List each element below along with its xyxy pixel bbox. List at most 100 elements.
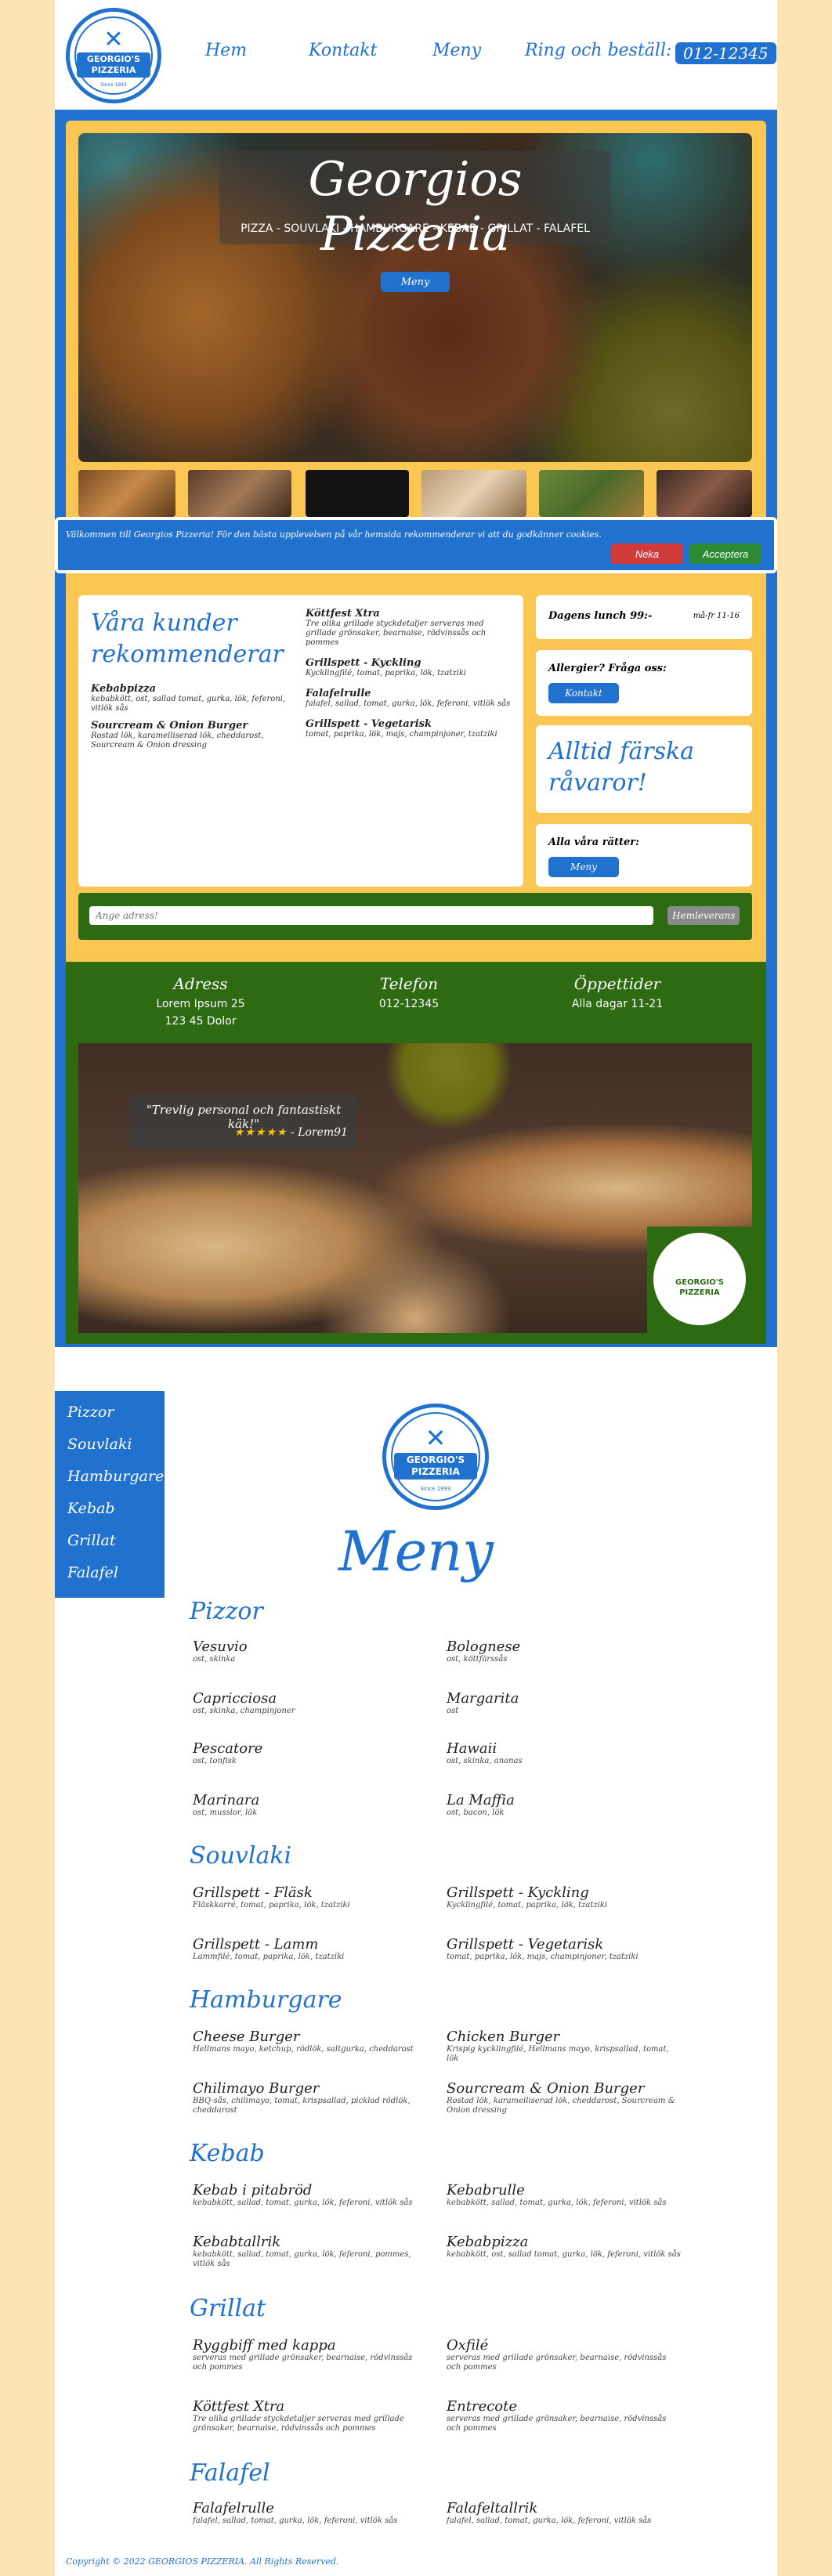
recommend-item-desc: Tre olika grillade styckdetaljer servera… — [306, 620, 487, 647]
cookie-banner: Välkommen till Georgios Pizzeria! För de… — [55, 517, 777, 573]
menu-item-desc: serveras med grillade grönsaker, bearnai… — [447, 2415, 667, 2433]
category-title: Pizzor — [190, 1598, 263, 1625]
recommend-item-desc: tomat, paprika, lök, majs, champinjoner,… — [306, 730, 497, 739]
menu-item-name: Capricciosa — [193, 1690, 277, 1707]
dishes-menu-button[interactable]: Meny — [548, 857, 619, 877]
contact-button[interactable]: Kontakt — [548, 683, 619, 703]
menu-item-desc: Rostad lök, karamelliserad lök, cheddaro… — [447, 2097, 675, 2115]
hero-title: Georgios Pizzeria — [308, 152, 523, 262]
menu-item: Capricciosa ost, skinka, champinjoner — [193, 1690, 428, 1716]
site-header: ✕ GEORGIO'S PIZZERIA Since 1993 Hem Kont… — [55, 0, 777, 110]
logo-bottom-text: PIZZERIA — [679, 1288, 720, 1297]
recommend-title: Våra kunder rekommenderar — [91, 609, 284, 668]
thumbnail-4[interactable] — [421, 470, 526, 517]
menu-item-desc: Lammfilé, tomat, paprika, lök, tzatziki — [193, 1953, 345, 1961]
lunch-card: Dagens lunch 99:- må-fr 11-16 — [536, 595, 752, 639]
review-box: "Trevlig personal och fantastiskt käk!" … — [130, 1095, 357, 1150]
hours-info: Öppettider Alla dagar 11-21 — [523, 974, 711, 1010]
delivery-button[interactable]: Hemleverans — [667, 906, 740, 925]
copyright: Copyright © 2022 GEORGIOS PIZZERIA. All … — [66, 2556, 339, 2567]
menu-item-desc: falafel, sallad, tomat, gurka, lök, fefe… — [193, 2516, 398, 2525]
menu-item-desc: ost, tonfisk — [193, 1757, 237, 1765]
menu-title: Meny — [338, 1519, 494, 1584]
recommend-item-name: Kebabpizza — [91, 683, 157, 695]
hero-image: Georgios Pizzeria PIZZA - SOUVLAKI - HAM… — [78, 133, 752, 462]
nav-home[interactable]: Hem — [205, 41, 247, 60]
side-nav-pizzor[interactable]: Pizzor — [67, 1404, 114, 1421]
hours-title: Öppettider — [573, 974, 661, 993]
menu-item: Grillspett - Lamm Lammfilé, tomat, paprik… — [193, 1936, 428, 1962]
menu-item: Ryggbiff med kappa serveras med grillade … — [193, 2337, 428, 2372]
category-title: Souvlaki — [190, 1842, 292, 1870]
menu-item: Vesuvio ost, skinka — [193, 1638, 428, 1664]
menu-item-desc: ost, skinka — [193, 1655, 236, 1664]
menu-item-desc: Tre olika grillade styckdetaljer servera… — [193, 2415, 404, 2433]
menu-item-name: Vesuvio — [193, 1638, 248, 1655]
menu-item-desc: kebabkött, sallad, tomat, gurka, lök, fe… — [447, 2198, 667, 2207]
phone-info: Telefon 012-12345 — [315, 974, 503, 1010]
menu-item-name: Falafelrulle — [193, 2500, 274, 2516]
menu-item: Margarita ost — [447, 1690, 682, 1716]
menu-item-name: Entrecote — [447, 2398, 518, 2415]
menu-item: La Maffia ost, bacon, lök — [447, 1792, 682, 1818]
logo-since: Since 1993 — [100, 82, 127, 88]
menu-item: Grillspett - Vegetarisk tomat, paprika, l… — [447, 1936, 682, 1962]
menu-item: Grillspett - Fläsk Fläskkarré, tomat, pap… — [193, 1884, 428, 1910]
category-title: Hamburgare — [190, 1986, 342, 2014]
phone-number[interactable]: 012-12345 — [315, 998, 503, 1010]
page: ✕ GEORGIO'S PIZZERIA Since 1993 Hem Kont… — [55, 0, 777, 2576]
thumbnail-2[interactable] — [188, 470, 291, 517]
thumbnail-5[interactable] — [539, 470, 644, 517]
delivery-bar: Hemleverans — [78, 893, 752, 940]
menu-item-name: Oxfilé — [447, 2337, 489, 2354]
address-input[interactable] — [89, 906, 653, 925]
recommend-item-name: Grillspett - Kyckling — [306, 657, 421, 669]
nav-menu[interactable]: Meny — [432, 41, 481, 60]
thumbnail-1[interactable] — [78, 470, 175, 517]
menu-item-desc: ost, köttfärssås — [447, 1655, 508, 1664]
menu-item-name: Marinara — [193, 1792, 260, 1808]
hours-value: Alla dagar 11-21 — [571, 998, 664, 1010]
thumbnail-3[interactable] — [306, 470, 409, 517]
menu-item: Oxfilé serveras med grillade grönsaker, b… — [447, 2337, 682, 2372]
logo-bottom-text: PIZZERIA — [91, 65, 136, 75]
menu-item-desc: ost, bacon, lök — [447, 1808, 505, 1817]
menu-item-name: Hawaii — [447, 1740, 497, 1757]
menu-item: Pescatore ost, tonfisk — [193, 1740, 428, 1766]
menu-item: Marinara ost, musslor, lök — [193, 1792, 428, 1818]
menu-item-name: La Maffia — [447, 1792, 515, 1808]
menu-item-name: Chicken Burger — [447, 2029, 560, 2045]
address-info: Adress Lorem Ipsum 25 123 45 Dolor — [107, 974, 295, 1028]
category-title: Grillat — [190, 2295, 266, 2322]
logo-top-text: GEORGIO'S — [86, 54, 141, 64]
nav-contact[interactable]: Kontakt — [309, 41, 377, 60]
side-nav-hamburgare[interactable]: Hamburgare — [67, 1468, 164, 1485]
thumbnail-6[interactable] — [657, 470, 752, 517]
phone-badge[interactable]: 012-12345 — [675, 42, 776, 64]
menu-item-name: Grillspett - Vegetarisk — [447, 1936, 604, 1953]
menu-item-desc: ost, skinka, ananas — [447, 1757, 523, 1765]
cookie-accept-button[interactable]: Acceptera — [689, 544, 761, 564]
menu-item-name: Bolognese — [447, 1638, 521, 1655]
logo-bottom-text: PIZZERIA — [411, 1466, 460, 1477]
menu-item-desc: ost, skinka, champinjoner — [193, 1707, 295, 1715]
recommend-item-name: Sourcream & Onion Burger — [91, 720, 248, 732]
review-author: - Lorem91 — [291, 1126, 348, 1139]
fork-knife-icon: ✕ — [690, 1249, 709, 1275]
menu-item: Falafeltallrik falafel, sallad, tomat, gu… — [447, 2500, 682, 2526]
logo[interactable]: ✕ GEORGIO'S PIZZERIA Since 1993 — [653, 1233, 746, 1325]
allergy-label: Allergier? Fråga oss: — [548, 663, 667, 674]
menu-item-name: Pescatore — [193, 1740, 263, 1757]
cookie-decline-button[interactable]: Neka — [611, 544, 683, 564]
fork-knife-icon: ✕ — [425, 1423, 447, 1453]
side-nav-souvlaki[interactable]: Souvlaki — [67, 1436, 132, 1453]
menu-item: Chilimayo Burger BBQ-sås, chilimayo, toma… — [193, 2080, 428, 2115]
hero-menu-button[interactable]: Meny — [381, 272, 450, 292]
stars-icon: ★★★★★ — [233, 1126, 288, 1139]
recommend-item-desc: falafel, sallad, tomat, gurka, lök, fefe… — [306, 699, 511, 708]
logo[interactable]: ✕ GEORGIO'S PIZZERIA Since 1993 — [66, 8, 161, 103]
hero-title-box: Georgios Pizzeria PIZZA - SOUVLAKI - HAM… — [219, 150, 611, 262]
menu-item: Cheese Burger Hellmans mayo, ketchup, röd… — [193, 2029, 428, 2054]
side-nav-kebab[interactable]: Kebab — [67, 1500, 115, 1517]
recommend-item-name: Köttfest Xtra — [306, 608, 380, 620]
